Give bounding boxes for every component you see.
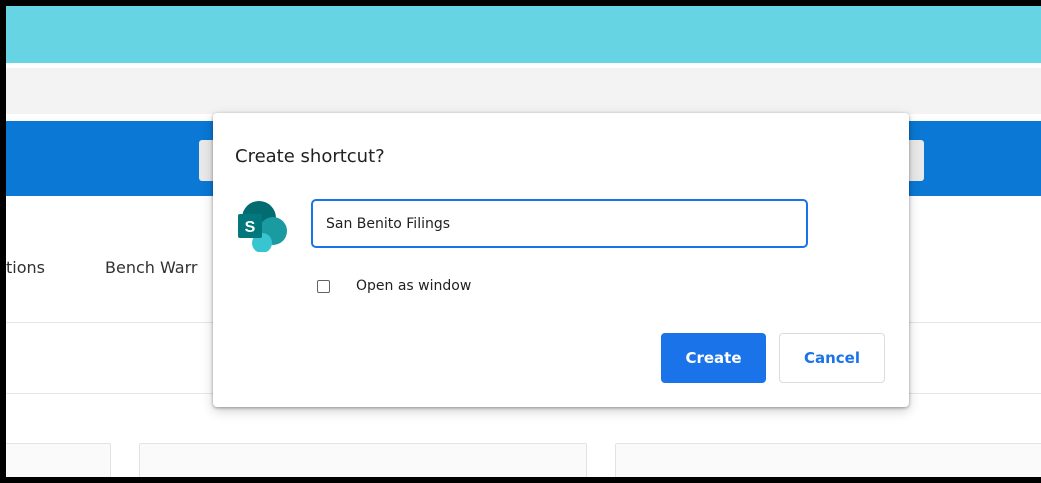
shortcut-name-input[interactable] xyxy=(311,199,808,248)
content-card xyxy=(139,443,587,477)
nav-item-partial[interactable]: tions xyxy=(6,258,45,277)
content-card xyxy=(615,443,1041,477)
top-header-band xyxy=(6,6,1041,63)
content-card xyxy=(6,443,111,477)
sharepoint-icon: S xyxy=(238,201,287,252)
create-shortcut-dialog: Create shortcut? S Open as window Create… xyxy=(213,113,909,407)
toolbar-band xyxy=(6,68,1041,114)
svg-text:S: S xyxy=(245,219,256,236)
nav-item-bench-warrants[interactable]: Bench Warr xyxy=(105,258,215,277)
cancel-button[interactable]: Cancel xyxy=(779,333,885,383)
create-button[interactable]: Create xyxy=(661,333,766,383)
dialog-title: Create shortcut? xyxy=(235,146,385,167)
open-as-window-checkbox[interactable] xyxy=(317,280,330,293)
open-as-window-label[interactable]: Open as window xyxy=(356,278,471,294)
